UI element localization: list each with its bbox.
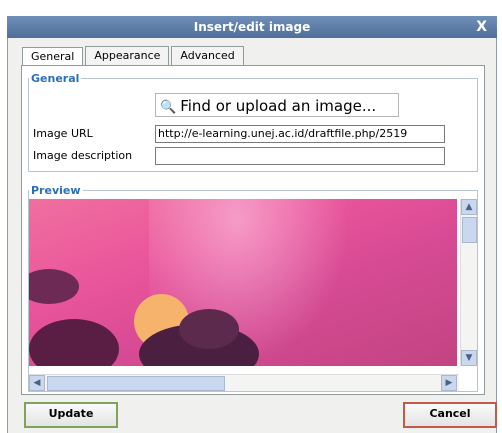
dialog-title: Insert/edit image [193, 20, 311, 34]
find-upload-button[interactable]: 🔍 Find or upload an image... [155, 93, 399, 117]
tab-panel: General 🔍 Find or upload an image... Imag… [21, 65, 485, 395]
tab-general[interactable]: General [22, 47, 84, 67]
cancel-button[interactable]: Cancel [403, 402, 497, 428]
vertical-scrollbar[interactable]: ▲ ▼ [460, 199, 477, 366]
update-button[interactable]: Update [24, 402, 118, 428]
general-fieldset: General 🔍 Find or upload an image... Imag… [28, 72, 478, 172]
tab-bar: General Appearance Advanced [22, 46, 246, 67]
cloud-dark [179, 309, 239, 349]
find-upload-label: Find or upload an image... [180, 97, 377, 115]
preview-fieldset: Preview ▲ ▼ ◀ ▶ [28, 184, 478, 392]
image-description-label: Image description [33, 149, 133, 162]
tab-appearance[interactable]: Appearance [85, 46, 170, 65]
preview-image [29, 199, 457, 366]
image-url-input[interactable]: http://e-learning.unej.ac.id/draftfile.p… [155, 125, 445, 143]
scroll-down-icon[interactable]: ▼ [461, 350, 477, 366]
close-icon[interactable]: X [476, 16, 487, 38]
horizontal-scroll-thumb[interactable] [47, 376, 225, 391]
scroll-up-icon[interactable]: ▲ [461, 199, 477, 215]
insert-edit-image-dialog: General Appearance Advanced General 🔍 Find … [7, 38, 497, 433]
image-url-label: Image URL [33, 127, 93, 140]
general-legend: General [31, 72, 80, 85]
vertical-scroll-thumb[interactable] [462, 217, 477, 243]
magnifier-icon: 🔍 [160, 100, 177, 115]
cloud-dark [29, 319, 119, 366]
horizontal-scrollbar[interactable]: ◀ ▶ [29, 374, 459, 391]
preview-legend: Preview [31, 184, 81, 197]
scroll-right-icon[interactable]: ▶ [441, 375, 457, 391]
image-description-input[interactable] [155, 147, 445, 165]
cloud-dark [29, 269, 79, 304]
scroll-left-icon[interactable]: ◀ [29, 375, 45, 391]
tab-advanced[interactable]: Advanced [171, 46, 244, 65]
dialog-title-bar: Insert/edit image X [7, 16, 497, 38]
